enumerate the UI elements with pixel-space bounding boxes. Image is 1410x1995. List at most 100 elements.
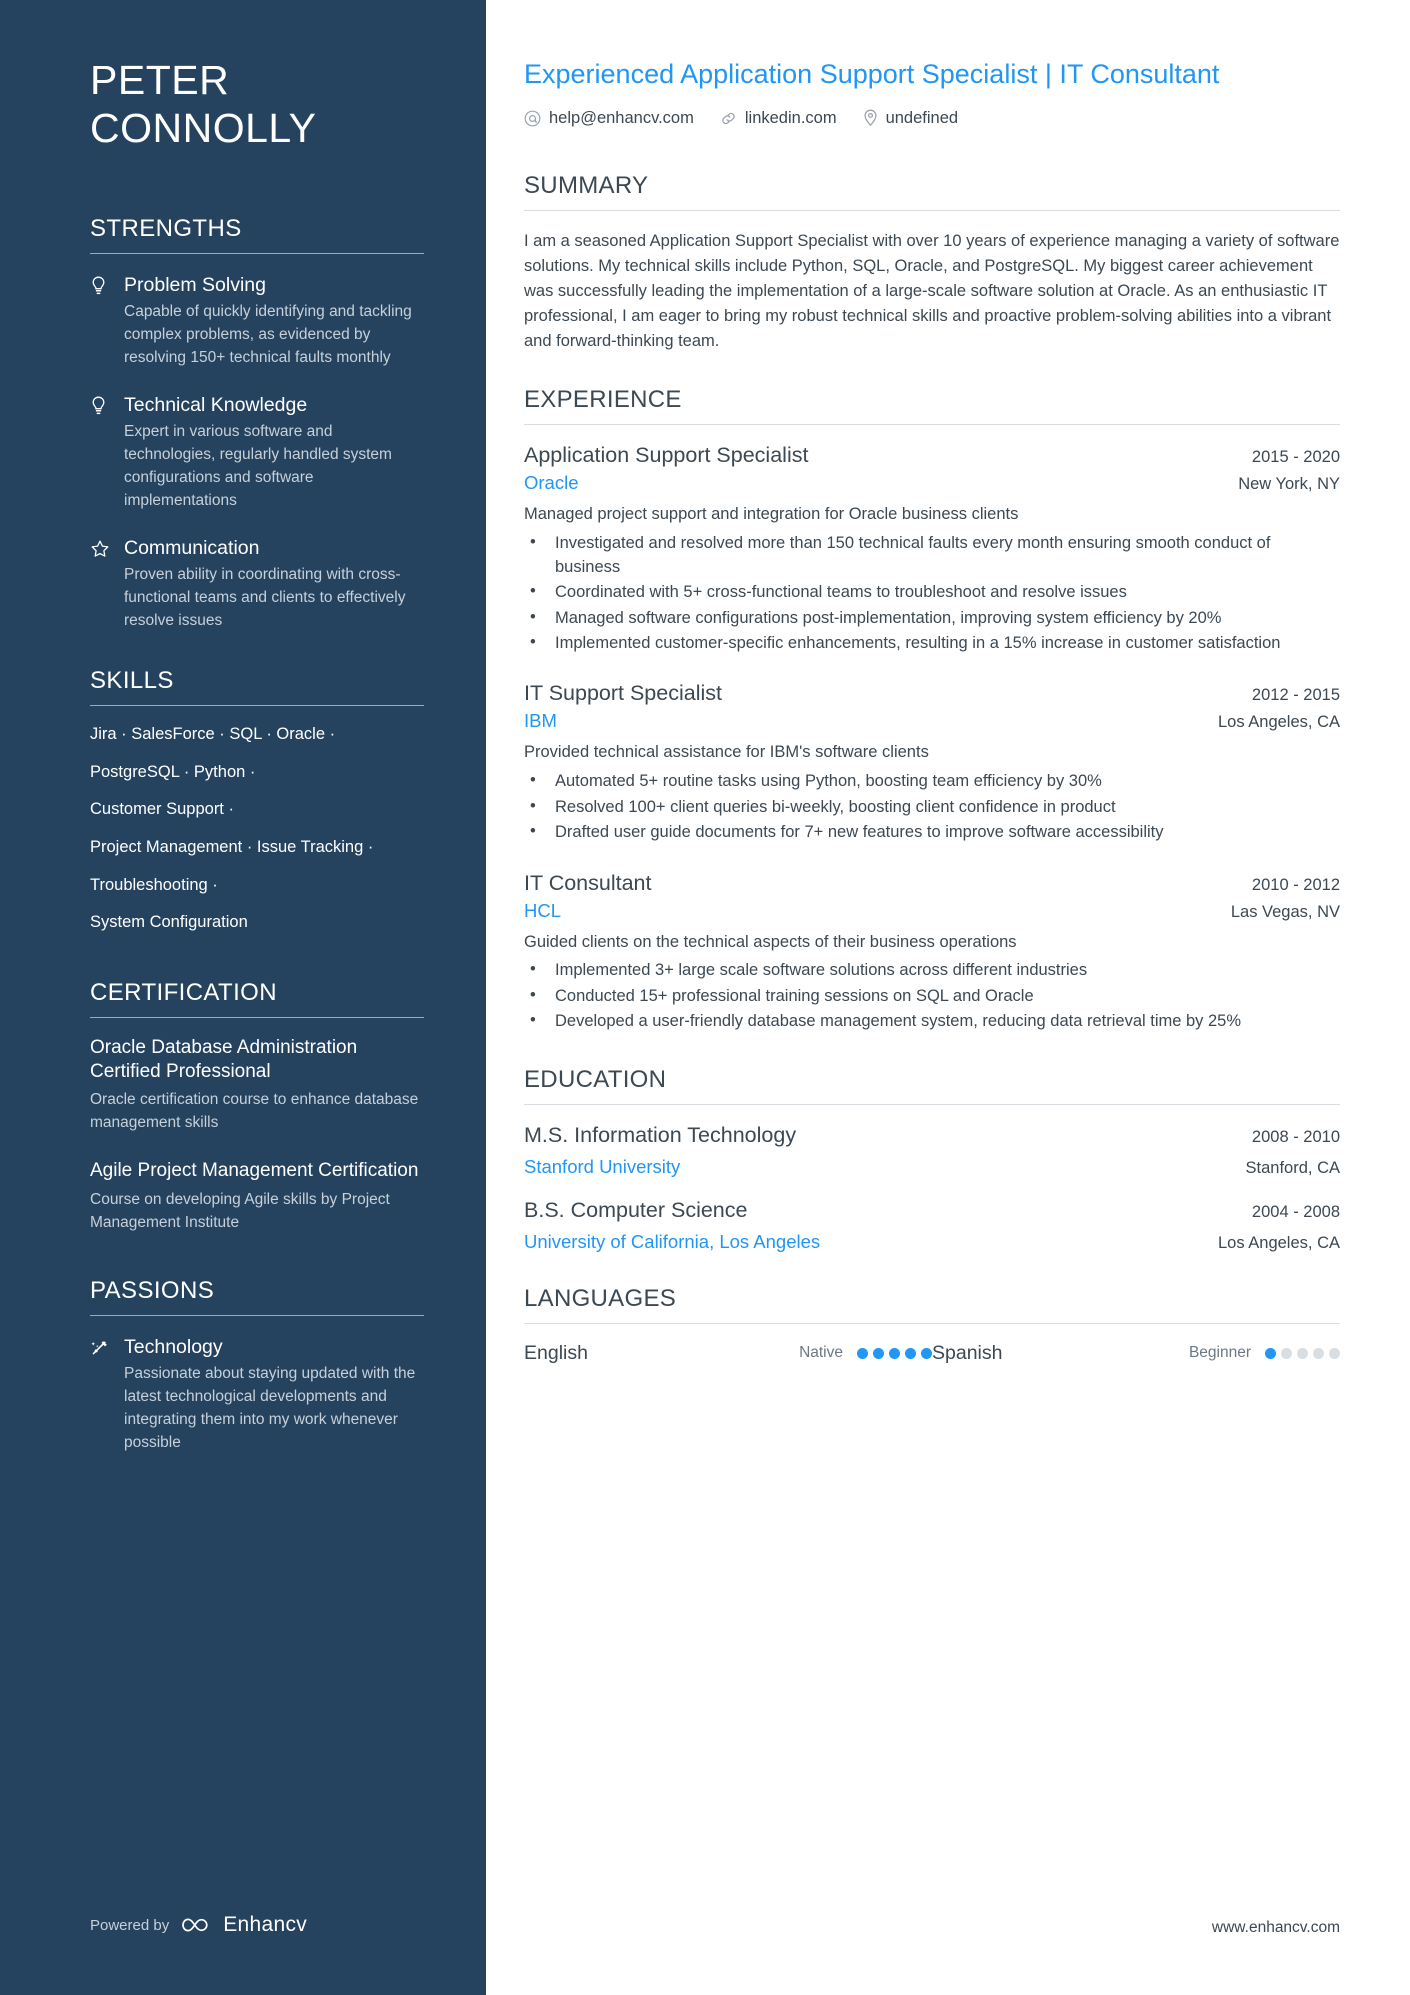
bullet-item: Coordinated with 5+ cross-functional tea… <box>524 580 1340 604</box>
skill-line: Jira · SalesForce · SQL · Oracle · <box>90 725 336 744</box>
rating-dot <box>873 1347 884 1359</box>
sidebar: PETER CONNOLLY STRENGTHS Problem Solving… <box>0 0 486 1995</box>
section-divider <box>524 1103 1340 1105</box>
bullet-item: Implemented customer-specific enhancemen… <box>524 631 1340 655</box>
summary-section: SUMMARY I am a seasoned Application Supp… <box>524 172 1340 354</box>
education-item: M.S. Information Technology 2008 - 2010 … <box>524 1123 1340 1178</box>
brand-name: Enhancv <box>223 1913 308 1936</box>
skill-line: System Configuration <box>90 913 248 932</box>
education-school[interactable]: University of California, Los Angeles <box>524 1231 820 1253</box>
experience-company[interactable]: HCL <box>524 900 561 922</box>
passion-item: Technology Passionate about staying upda… <box>90 1334 424 1455</box>
candidate-name: PETER CONNOLLY <box>90 57 317 152</box>
experience-section: EXPERIENCE Application Support Specialis… <box>524 386 1340 1033</box>
strength-item: Communication Proven ability in coordina… <box>90 535 424 633</box>
powered-by-label: Powered by <box>90 1916 170 1934</box>
skill-line: Project Management · Issue Tracking · <box>90 837 374 856</box>
language-name: Spanish <box>932 1341 1003 1364</box>
experience-role: IT Support Specialist <box>524 681 722 706</box>
education-date: 2008 - 2010 <box>1251 1127 1340 1146</box>
contact-email-value: help@enhancv.com <box>549 108 694 127</box>
certification-title: Agile Project Management Certification <box>90 1160 419 1182</box>
education-date: 2004 - 2008 <box>1251 1202 1340 1221</box>
bullet-item: Drafted user guide documents for 7+ new … <box>524 820 1340 844</box>
experience-item: IT Consultant 2010 - 2012 HCL Las Vegas,… <box>524 871 1340 1034</box>
experience-subtitle: Managed project support and integration … <box>524 505 1019 524</box>
section-divider <box>524 1322 1340 1324</box>
certification-item: Oracle Database Administration Certified… <box>90 1036 424 1136</box>
bullet-item: Investigated and resolved more than 150 … <box>524 531 1340 579</box>
rating-dot <box>1281 1347 1292 1359</box>
bullet-item: Implemented 3+ large scale software solu… <box>524 958 1340 982</box>
experience-location: Las Vegas, NV <box>1230 902 1340 921</box>
skill-line: Customer Support · <box>90 800 234 819</box>
language-level: Native <box>799 1344 843 1362</box>
strength-description: Proven ability in coordinating with cros… <box>124 566 406 630</box>
experience-bullets: Automated 5+ routine tasks using Python,… <box>524 769 1340 844</box>
strength-title: Technical Knowledge <box>124 393 308 416</box>
language-level: Beginner <box>1188 1344 1251 1362</box>
section-divider <box>524 424 1340 426</box>
rating-dot <box>1329 1347 1340 1359</box>
contact-location-value: undefined <box>885 108 959 127</box>
language-item: English Native <box>524 1342 932 1365</box>
rating-dot <box>921 1347 932 1359</box>
bullet-item: Developed a user-friendly database manag… <box>524 1009 1340 1033</box>
section-divider <box>90 705 424 707</box>
skill-line: PostgreSQL · Python · <box>90 762 256 781</box>
language-item: Spanish Beginner <box>932 1342 1340 1365</box>
summary-text: I am a seasoned Application Support Spec… <box>524 231 1340 351</box>
experience-item: Application Support Specialist 2015 - 20… <box>524 443 1340 655</box>
experience-date: 2015 - 2020 <box>1251 448 1340 467</box>
experience-bullets: Investigated and resolved more than 150 … <box>524 531 1340 655</box>
education-item: B.S. Computer Science 2004 - 2008 Univer… <box>524 1198 1340 1253</box>
language-rating-dots <box>857 1347 932 1359</box>
experience-company[interactable]: Oracle <box>524 472 579 494</box>
section-divider <box>90 252 424 254</box>
contact-bar: help@enhancv.com linkedin.com undefined <box>524 109 1340 128</box>
education-heading: EDUCATION <box>524 1065 667 1093</box>
bullet-item: Automated 5+ routine tasks using Python,… <box>524 769 1340 793</box>
language-rating-dots <box>1265 1347 1340 1359</box>
passion-description: Passionate about staying updated with th… <box>124 1364 416 1451</box>
strength-description: Expert in various software and technolog… <box>124 423 392 509</box>
strength-title: Problem Solving <box>124 273 266 296</box>
shooting-star-icon <box>90 1334 124 1455</box>
passion-title: Technology <box>124 1335 223 1358</box>
contact-location[interactable]: undefined <box>863 108 959 128</box>
strengths-heading: STRENGTHS <box>90 214 242 242</box>
resume-page: PETER CONNOLLY STRENGTHS Problem Solving… <box>0 0 1410 1995</box>
enhancv-logo-icon <box>180 1915 212 1935</box>
experience-company[interactable]: IBM <box>524 710 557 732</box>
contact-email[interactable]: help@enhancv.com <box>524 109 694 128</box>
contact-linkedin-value: linkedin.com <box>744 108 837 127</box>
experience-bullets: Implemented 3+ large scale software solu… <box>524 958 1340 1033</box>
strength-title: Communication <box>124 536 260 559</box>
rating-dot <box>1313 1347 1324 1359</box>
rating-dot <box>905 1347 916 1359</box>
experience-date: 2012 - 2015 <box>1251 686 1340 705</box>
skill-line: Troubleshooting · <box>90 875 218 894</box>
page-title: Experienced Application Support Speciali… <box>524 59 1220 89</box>
at-sign-icon <box>524 110 541 127</box>
languages-list: English Native Spanish Beginner <box>524 1342 1340 1365</box>
skills-section: SKILLS Jira · SalesForce · SQL · Oracle … <box>90 667 424 933</box>
education-location: Stanford, CA <box>1245 1158 1340 1177</box>
strength-description: Capable of quickly identifying and tackl… <box>124 303 412 366</box>
education-location: Los Angeles, CA <box>1218 1233 1340 1252</box>
star-outline-icon <box>90 535 124 633</box>
education-school[interactable]: Stanford University <box>524 1156 680 1178</box>
contact-linkedin[interactable]: linkedin.com <box>720 109 837 128</box>
website-url: www.enhancv.com <box>1211 1919 1340 1936</box>
lightbulb-icon <box>90 272 124 370</box>
experience-item: IT Support Specialist 2012 - 2015 IBM Lo… <box>524 681 1340 844</box>
experience-subtitle: Guided clients on the technical aspects … <box>524 932 1017 951</box>
bullet-item: Managed software configurations post-imp… <box>524 605 1340 630</box>
bullet-item: Conducted 15+ professional training sess… <box>524 984 1340 1008</box>
certification-description: Oracle certification course to enhance d… <box>90 1091 419 1132</box>
experience-role: IT Consultant <box>524 870 652 895</box>
certification-title: Oracle Database Administration Certified… <box>90 1036 358 1083</box>
certification-section: CERTIFICATION Oracle Database Administra… <box>90 979 424 1235</box>
lightbulb-icon <box>90 392 124 513</box>
location-pin-icon <box>863 109 878 127</box>
